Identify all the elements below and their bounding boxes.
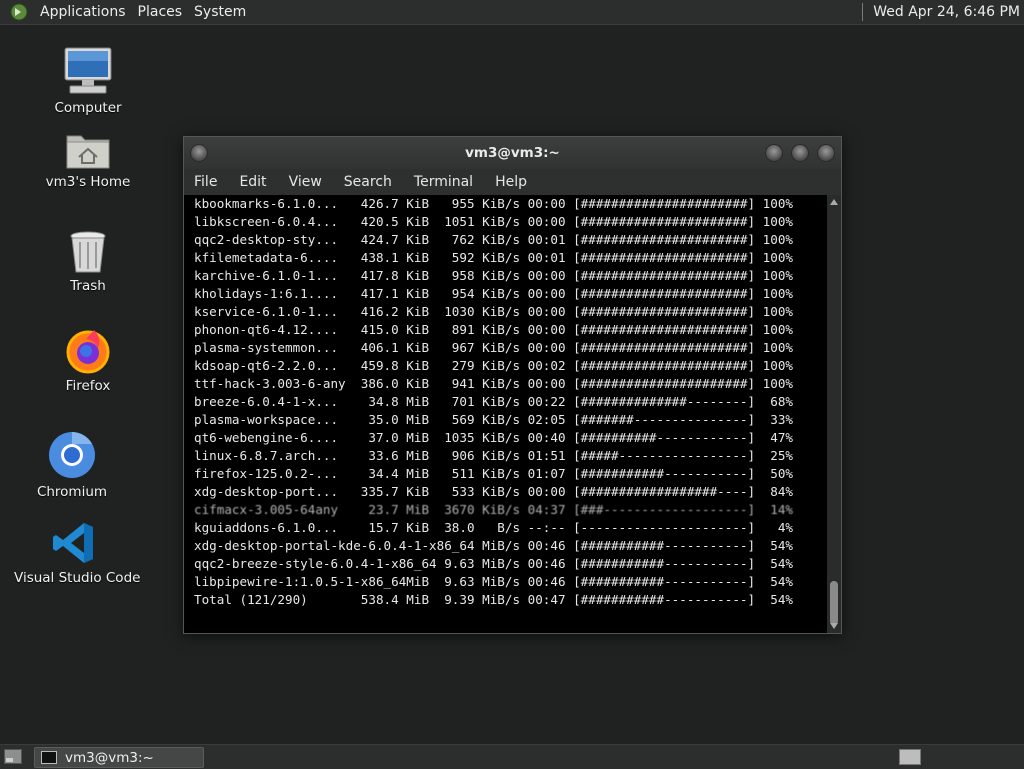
top-panel-right: Wed Apr 24, 6:46 PM (862, 3, 1024, 21)
terminal-line: kservice-6.1.0-1... 416.2 KiB 1030 KiB/s… (194, 304, 793, 319)
desktop-icon-vscode[interactable]: Visual Studio Code (14, 520, 141, 586)
terminal-scrollbar[interactable] (827, 195, 841, 633)
trash-icon (70, 231, 106, 273)
terminal-line: qt6-webengine-6.... 37.0 MiB 1035 KiB/s … (194, 430, 793, 445)
terminal-menubar: File Edit View Search Terminal Help (184, 169, 841, 195)
desktop-icon-home[interactable]: vm3's Home (38, 130, 138, 190)
terminal-line: kdsoap-qt6-2.2.0... 459.8 KiB 279 KiB/s … (194, 358, 793, 373)
terminal-line: qqc2-breeze-style-6.0.4-1-x86_64 9.63 Mi… (194, 556, 793, 571)
terminal-line: plasma-systemmon... 406.1 KiB 967 KiB/s … (194, 340, 793, 355)
applications-menu[interactable]: Applications (34, 4, 132, 20)
desktop-icon-label: vm3's Home (45, 174, 131, 190)
terminal-line: kfilemetadata-6.... 438.1 KiB 592 KiB/s … (194, 250, 793, 265)
scrollbar-thumb[interactable] (830, 581, 838, 625)
window-title: vm3@vm3:~ (465, 145, 560, 161)
show-desktop-icon[interactable] (4, 749, 22, 764)
terminal-window[interactable]: vm3@vm3:~ File Edit View Search Terminal… (183, 136, 842, 634)
terminal-line: kguiaddons-6.1.0... 15.7 KiB 38.0 B/s --… (194, 520, 793, 535)
terminal-line: linux-6.8.7.arch... 33.6 MiB 906 KiB/s 0… (194, 448, 793, 463)
desktop-icon-label: Chromium (36, 484, 108, 500)
terminal-line: cifmacx-3.005-64any 23.7 MiB 3670 KiB/s … (194, 502, 793, 517)
terminal-line: xdg-desktop-port... 335.7 KiB 533 KiB/s … (194, 484, 793, 499)
menu-view[interactable]: View (289, 174, 322, 190)
terminal-line: breeze-6.0.4-1-x... 34.8 MiB 701 KiB/s 0… (194, 394, 793, 409)
taskbar-window-label: vm3@vm3:~ (65, 749, 154, 766)
terminal-line: Total (121/290) 538.4 MiB 9.39 MiB/s 00:… (194, 592, 793, 607)
terminal-line: libpipewire-1:1.0.5-1-x86_64MiB 9.63 MiB… (194, 574, 793, 589)
terminal-line: plasma-workspace... 35.0 MiB 569 KiB/s 0… (194, 412, 793, 427)
terminal-line: ttf-hack-3.003-6-any 386.0 KiB 941 KiB/s… (194, 376, 793, 391)
window-titlebar[interactable]: vm3@vm3:~ (184, 137, 841, 169)
top-panel: Applications Places System Wed Apr 24, 6… (0, 0, 1024, 25)
window-menu-button[interactable] (190, 144, 208, 162)
menu-terminal[interactable]: Terminal (414, 174, 473, 190)
scroll-up-arrow-icon[interactable] (830, 199, 838, 205)
mate-menu-icon[interactable] (10, 3, 28, 21)
desktop-icon-label: Computer (54, 100, 122, 116)
terminal-output[interactable]: kbookmarks-6.1.0... 426.7 KiB 955 KiB/s … (184, 195, 826, 633)
terminal-line: xdg-desktop-portal-kde-6.0.4-1-x86_64 Mi… (194, 538, 793, 553)
taskbar-window-button[interactable]: vm3@vm3:~ (34, 747, 204, 768)
maximize-button[interactable] (791, 144, 809, 162)
minimize-button[interactable] (765, 144, 783, 162)
computer-icon (64, 47, 112, 94)
close-button[interactable] (817, 144, 835, 162)
firefox-icon (66, 330, 110, 374)
vscode-icon (53, 523, 93, 563)
menu-help[interactable]: Help (495, 174, 527, 190)
terminal-line: kholidays-1:6.1.... 417.1 KiB 954 KiB/s … (194, 286, 793, 301)
terminal-line: kbookmarks-6.1.0... 426.7 KiB 955 KiB/s … (194, 196, 793, 211)
terminal-small-icon (41, 751, 57, 764)
terminal-line: qqc2-desktop-sty... 424.7 KiB 762 KiB/s … (194, 232, 793, 247)
system-menu[interactable]: System (188, 4, 252, 20)
desktop-icon-trash[interactable]: Trash (48, 230, 128, 294)
desktop-icon-label: Trash (70, 278, 106, 294)
desktop-icon-label: Firefox (65, 378, 111, 394)
terminal-line: karchive-6.1.0-1... 417.8 KiB 958 KiB/s … (194, 268, 793, 283)
desktop-icon-computer[interactable]: Computer (48, 46, 128, 116)
desktop-icon-chromium[interactable]: Chromium (32, 430, 112, 500)
terminal-line: libkscreen-6.0.4... 420.5 KiB 1051 KiB/s… (194, 214, 793, 229)
desktop-icon-label: Visual Studio Code (14, 570, 141, 586)
scroll-down-arrow-icon[interactable] (830, 623, 838, 629)
desktop-icon-firefox[interactable]: Firefox (48, 326, 128, 394)
home-folder-icon (66, 135, 110, 169)
workspace-switcher[interactable] (899, 749, 921, 765)
menu-edit[interactable]: Edit (239, 174, 266, 190)
chromium-icon (49, 432, 95, 478)
menu-search[interactable]: Search (344, 174, 392, 190)
bottom-panel: vm3@vm3:~ (0, 744, 1024, 769)
terminal-line: phonon-qt6-4.12.... 415.0 KiB 891 KiB/s … (194, 322, 793, 337)
places-menu[interactable]: Places (132, 4, 189, 20)
clock[interactable]: Wed Apr 24, 6:46 PM (873, 4, 1020, 20)
panel-separator (862, 3, 864, 21)
menu-file[interactable]: File (194, 174, 217, 190)
terminal-line: firefox-125.0.2-... 34.4 MiB 511 KiB/s 0… (194, 466, 793, 481)
